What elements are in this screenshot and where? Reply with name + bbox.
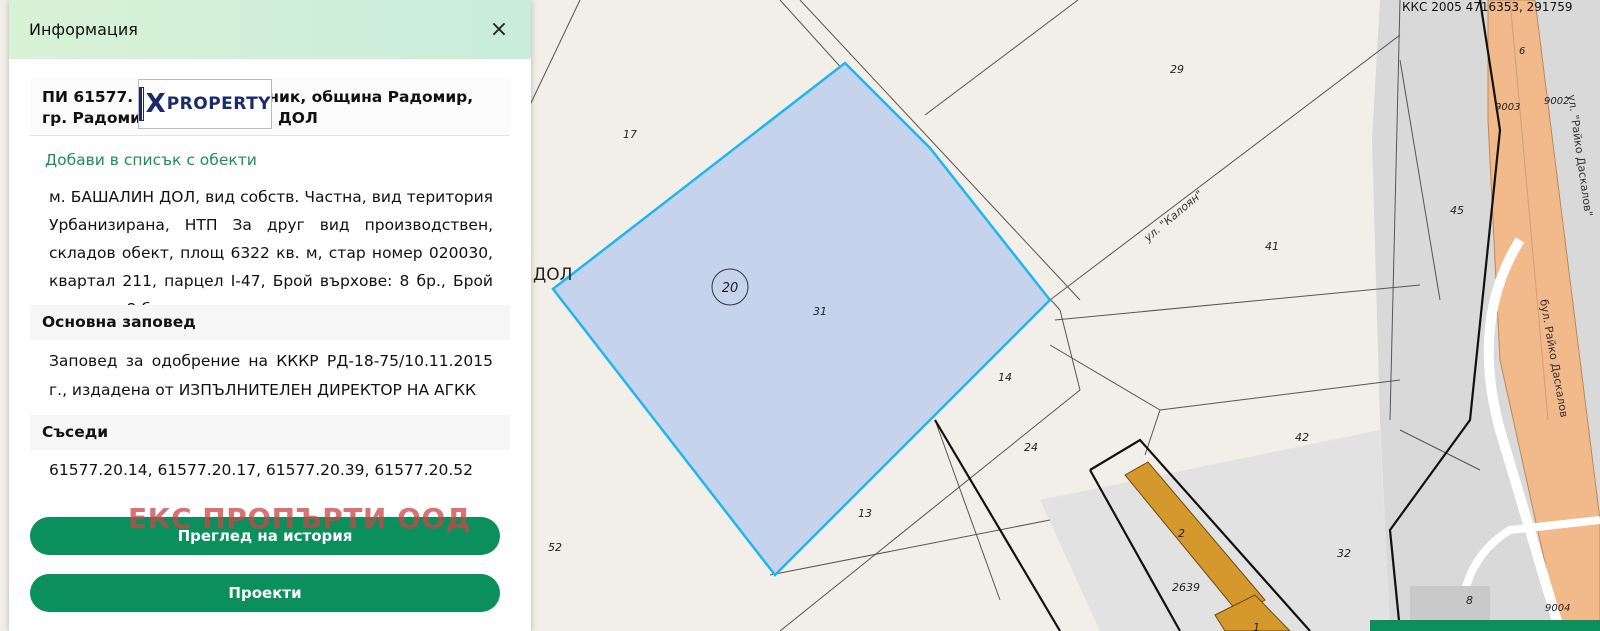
parcel-label: 1 (1253, 621, 1260, 631)
order-text: Заповед за одобрение на КККР РД-18-75/10… (49, 352, 493, 399)
attribution-bar (1370, 620, 1600, 631)
parcel-label: 31 (813, 305, 827, 318)
parcel-label: 9004 (1545, 603, 1570, 614)
building-icon (139, 87, 144, 121)
neighbors-text: 61577.20.14, 61577.20.17, 61577.20.39, 6… (49, 461, 473, 479)
close-icon[interactable]: × (487, 17, 511, 42)
property-title-part: ДОЛ (278, 109, 318, 127)
xproperty-logo: X PROPERTY (138, 79, 272, 129)
property-description: м. БАШАЛИН ДОЛ, вид собств. Частна, вид … (49, 188, 493, 318)
locality-label: ДОЛ (533, 265, 572, 285)
parcel-label: 41 (1265, 240, 1279, 253)
projects-button[interactable]: Проекти (30, 574, 500, 612)
parcel-label: 32 (1337, 547, 1351, 560)
parcel-label: 6 (1519, 46, 1525, 57)
quarter-number: 20 (722, 281, 739, 296)
parcel-label: 17 (623, 128, 637, 141)
coordinate-readout: ККС 2005 4716353, 291759 (1402, 0, 1573, 14)
parcel-label: 14 (998, 371, 1012, 384)
parcel-label: 2 (1178, 527, 1185, 540)
parcel-label: 42 (1295, 431, 1309, 444)
parcel-label: 13 (858, 507, 872, 520)
neighbors-heading: Съседи (30, 415, 510, 450)
parcel-label: 29 (1170, 63, 1184, 76)
parcel-label: 24 (1024, 441, 1038, 454)
logo-word: PROPERTY (166, 94, 271, 114)
panel-header: Информация × (9, 0, 531, 59)
logo-letter: X (145, 89, 166, 119)
parcel-label: 2639 (1172, 581, 1200, 594)
company-watermark: ЕКС ПРОПЪРТИ ООД (128, 502, 472, 535)
parcel-label: 45 (1450, 204, 1464, 217)
property-title-block: ПИ 61577. рник, община Радомир, гр. Радом… (30, 79, 510, 136)
property-title-part: рник, община Радомир, (257, 88, 474, 106)
property-title-part: ПИ 61577. (42, 88, 134, 106)
info-panel: Информация × ПИ 61577. рник, община Радом… (9, 0, 531, 631)
parcel-label: 9003 (1495, 102, 1520, 113)
order-heading: Основна заповед (30, 305, 510, 340)
property-title-part: гр. Радоми (42, 109, 141, 127)
parcel-label: 8 (1466, 594, 1473, 607)
parcel-label: 52 (548, 541, 562, 554)
panel-title: Информация (29, 20, 138, 39)
add-to-list-link[interactable]: Добави в списък с обекти (45, 151, 257, 169)
